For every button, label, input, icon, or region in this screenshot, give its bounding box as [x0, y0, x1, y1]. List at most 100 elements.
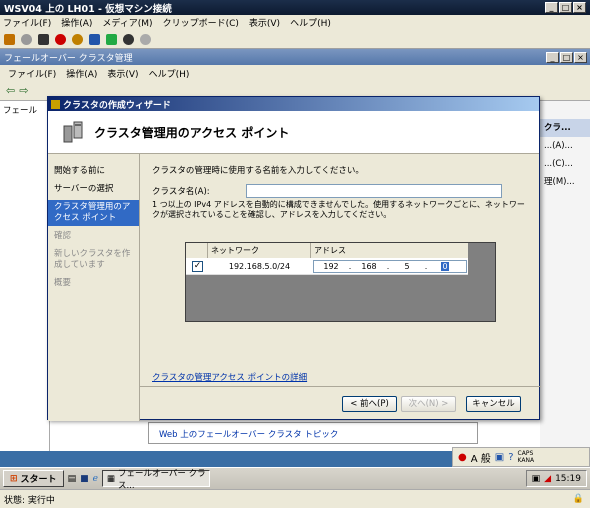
ime-mode[interactable]: A 般 [471, 450, 491, 465]
step-before-you-begin[interactable]: 開始する前に [48, 164, 139, 179]
fc-tree-pane: フェール [0, 101, 50, 451]
wizard-steps: 開始する前に サーバーの選択 クラスタ管理用のアクセス ポイント 確認 新しいク… [48, 154, 140, 421]
windows-logo-icon: ⊞ [10, 473, 18, 484]
forward-icon[interactable]: ⇨ [19, 84, 28, 97]
wizard-header: クラスタ管理用のアクセス ポイント [48, 111, 539, 154]
vm-menu-action[interactable]: 操作(A) [61, 16, 92, 29]
vm-menu-file[interactable]: ファイル(F) [3, 16, 51, 29]
stop-icon[interactable] [38, 33, 49, 45]
checkbox-column-header [186, 242, 208, 258]
lock-icon: 🔒 [572, 494, 584, 504]
fc-menu-view[interactable]: 表示(V) [107, 67, 138, 80]
wizard-icon [51, 99, 60, 109]
ime-icon[interactable]: ● [458, 452, 467, 463]
powershell-icon[interactable]: ■ [80, 474, 89, 484]
fc-maximize-button[interactable]: □ [560, 51, 573, 63]
vm-status-bar: 状態: 実行中 🔒 [0, 489, 590, 508]
help-icon[interactable]: ? [508, 452, 513, 463]
network-cell: 192.168.5.0/24 [228, 261, 291, 271]
instruction-text: クラスタの管理時に使用する名前を入力してください。 [152, 166, 364, 176]
fc-close-button[interactable]: × [574, 51, 587, 63]
taskbar-item-label: フェールオーバー クラス... [117, 468, 206, 491]
network-checkbox[interactable]: ✓ [192, 260, 203, 272]
fc-menu-bar: ファイル(F) 操作(A) 表示(V) ヘルプ(H) [0, 65, 590, 81]
wizard-title: クラスタの作成ウィザード [63, 100, 171, 111]
next-button[interactable]: 次へ(N) > [401, 396, 456, 412]
vm-toolbar [0, 30, 590, 49]
fc-menu-action[interactable]: 操作(A) [66, 67, 97, 80]
tree-root-item[interactable]: フェール [3, 106, 37, 116]
cluster-app-icon: ▦ [106, 473, 115, 484]
ip-address-input[interactable]: 192 . 168 . 5 . 0 [313, 259, 467, 273]
start-icon[interactable] [21, 33, 32, 45]
wizard-content: クラスタの管理時に使用する名前を入力してください。 クラスタ名(A): 1 つ以… [140, 154, 541, 386]
close-button[interactable]: × [573, 2, 586, 13]
step-select-servers[interactable]: サーバーの選択 [48, 182, 139, 197]
guest-taskbar: ⊞ スタート ▤ ■ ℯ ▦ フェールオーバー クラス... ▣ ◢ 15:19 [0, 467, 590, 491]
table-header-row: ネットワーク アドレス [186, 242, 468, 258]
cancel-button[interactable]: キャンセル [466, 396, 521, 412]
address-column-header[interactable]: アドレス [311, 242, 468, 258]
pause-icon[interactable] [89, 33, 100, 45]
fc-title-bar: フェールオーバー クラスタ管理 _ □ × [0, 49, 590, 65]
step-summary: 概要 [54, 278, 72, 288]
ip-octet-3[interactable]: 5 [390, 262, 424, 271]
cluster-name-input[interactable] [245, 184, 502, 198]
volume-icon[interactable]: ◢ [544, 474, 551, 484]
wizard-button-bar: < 前へ(P) 次へ(N) > キャンセル [140, 386, 541, 421]
vm-title-bar: WSV04 上の LH01 - 仮想マシン接続 _ □ × [0, 0, 590, 15]
access-point-details-link[interactable]: クラスタの管理アクセス ポイントの詳細 [152, 371, 307, 383]
vm-menu-media[interactable]: メディア(M) [102, 16, 152, 29]
ip-octet-1[interactable]: 192 [314, 262, 348, 271]
back-icon[interactable]: ⇦ [6, 84, 15, 97]
fc-menu-help[interactable]: ヘルプ(H) [149, 67, 190, 80]
shutdown-icon[interactable] [55, 33, 66, 45]
start-label: スタート [20, 475, 57, 485]
power-icon[interactable] [72, 33, 83, 45]
network-table: ネットワーク アドレス ✓ 192.168.5.0/24 192 . 168 . [186, 242, 468, 275]
cluster-server-icon [63, 121, 83, 143]
fc-minimize-button[interactable]: _ [546, 51, 559, 63]
network-table-frame: ネットワーク アドレス ✓ 192.168.5.0/24 192 . 168 . [185, 242, 496, 322]
status-text: 状態: 実行中 [4, 495, 55, 506]
fc-title: フェールオーバー クラスタ管理 [4, 53, 133, 64]
cluster-name-label: クラスタ名(A): [152, 187, 210, 197]
ctrl-alt-del-icon[interactable] [4, 33, 15, 45]
network-icon[interactable]: ▣ [532, 474, 541, 484]
vm-menu-view[interactable]: 表示(V) [249, 16, 280, 29]
ip-octet-4[interactable]: 0 [441, 261, 449, 271]
ime-pad-icon[interactable]: ▣ [495, 452, 504, 463]
language-bar: ● A 般 ▣ ? CAPS KANA [452, 447, 590, 467]
fc-actions-pane: クラ... ...(A)... ...(C)... 理(M)... [540, 101, 590, 451]
step-creating-cluster: 新しいクラスタを作成しています [54, 249, 131, 270]
step-access-point[interactable]: クラスタ管理用のアクセス ポイント [48, 200, 139, 226]
fc-menu-file[interactable]: ファイル(F) [8, 67, 56, 80]
ipv4-warning-text: 1 つ以上の IPv4 アドレスを自動的に構成できませんでした。使用するネットワ… [152, 200, 525, 219]
action-item-3[interactable]: 理(M)... [540, 173, 590, 191]
server-manager-icon[interactable]: ▤ [68, 474, 77, 484]
action-item-1[interactable]: ...(A)... [540, 137, 590, 155]
caps-kana-indicator: CAPS KANA [517, 450, 535, 464]
maximize-button[interactable]: □ [559, 2, 572, 13]
snapshot-icon[interactable] [123, 33, 134, 45]
minimize-button[interactable]: _ [545, 2, 558, 13]
clock[interactable]: 15:19 [555, 474, 581, 484]
system-tray: ▣ ◢ 15:19 [525, 470, 587, 487]
taskbar-item-failover-cluster[interactable]: ▦ フェールオーバー クラス... [101, 469, 210, 491]
start-button[interactable]: ⊞ スタート [3, 470, 64, 487]
ip-octet-2[interactable]: 168 [352, 262, 386, 271]
action-item-2[interactable]: ...(C)... [540, 155, 590, 173]
step-confirmation: 確認 [54, 231, 72, 241]
vm-menu-bar: ファイル(F) 操作(A) メディア(M) クリップボード(C) 表示(V) ヘ… [0, 15, 590, 30]
back-button[interactable]: < 前へ(P) [342, 396, 397, 412]
vm-menu-clipboard[interactable]: クリップボード(C) [163, 16, 239, 29]
actions-header: クラ... [540, 119, 590, 137]
network-column-header[interactable]: ネットワーク [208, 242, 311, 258]
revert-icon[interactable] [140, 33, 151, 45]
ie-icon[interactable]: ℯ [93, 474, 98, 484]
vm-menu-help[interactable]: ヘルプ(H) [290, 16, 331, 29]
web-topics-link[interactable]: Web 上のフェールオーバー クラスタ トピック [148, 422, 478, 444]
resume-icon[interactable] [106, 33, 117, 45]
create-cluster-wizard: クラスタの作成ウィザード クラスタ管理用のアクセス ポイント 開始する前に サー… [47, 96, 541, 421]
vm-title: WSV04 上の LH01 - 仮想マシン接続 [4, 3, 172, 15]
